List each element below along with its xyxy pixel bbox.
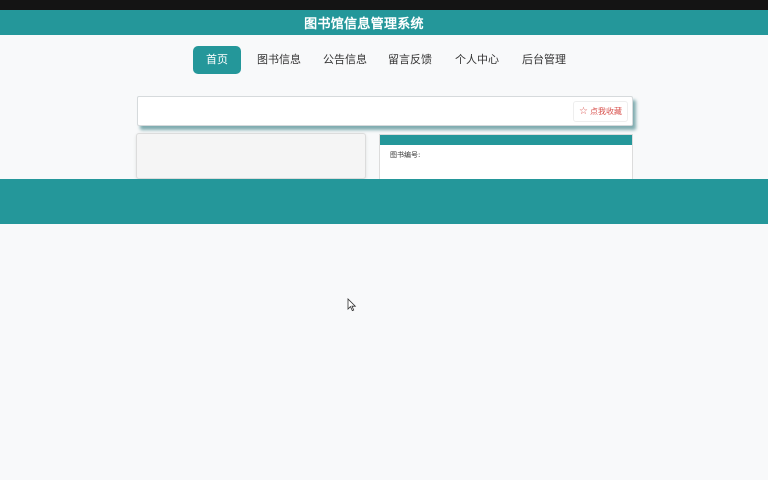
- breadcrumb-bar: ☆ 点我收藏: [137, 96, 633, 126]
- nav-item-feedback[interactable]: 留言反馈: [383, 46, 437, 74]
- nav-item-home[interactable]: 首页: [193, 46, 241, 74]
- star-outline-icon: ☆: [579, 105, 588, 117]
- main-nav: 首页 图书信息 公告信息 留言反馈 个人中心 后台管理: [0, 46, 768, 74]
- favorite-button[interactable]: ☆ 点我收藏: [573, 101, 628, 122]
- window-top-bar: [0, 0, 768, 10]
- page: 图书馆信息管理系统 首页 图书信息 公告信息 留言反馈 个人中心 后台管理 ☆ …: [0, 0, 768, 480]
- site-header: 图书馆信息管理系统: [0, 10, 768, 35]
- book-detail-panel: 图书编号:: [379, 134, 633, 180]
- site-title: 图书馆信息管理系统: [304, 17, 424, 32]
- book-image-panel: [136, 133, 366, 179]
- nav-item-books[interactable]: 图书信息: [252, 46, 306, 74]
- book-number-label: 图书编号:: [390, 151, 421, 159]
- nav-item-profile[interactable]: 个人中心: [450, 46, 504, 74]
- nav-item-admin[interactable]: 后台管理: [517, 46, 571, 74]
- detail-panel-header: [380, 135, 632, 145]
- favorite-label: 点我收藏: [590, 107, 622, 116]
- footer: [0, 179, 768, 224]
- mouse-cursor-icon: [347, 298, 357, 312]
- nav-item-notices[interactable]: 公告信息: [318, 46, 372, 74]
